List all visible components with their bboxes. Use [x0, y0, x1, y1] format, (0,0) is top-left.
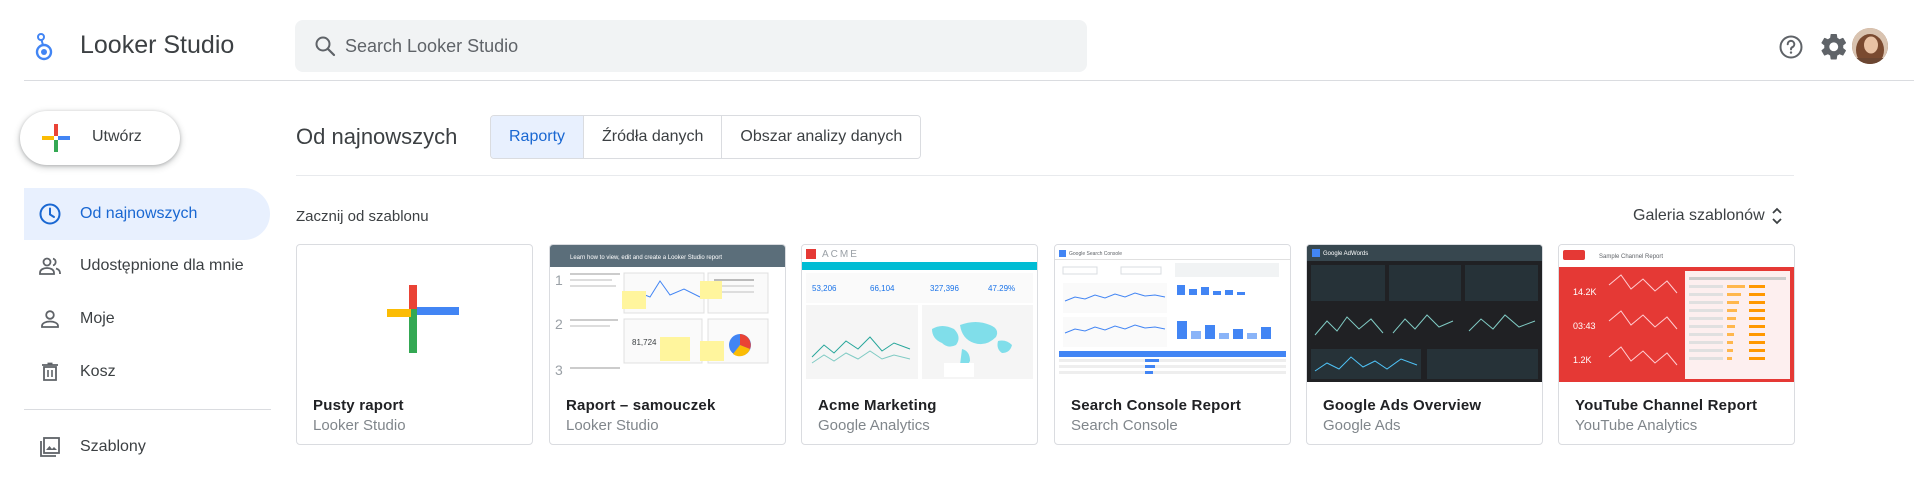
template-source: Looker Studio — [566, 417, 659, 434]
svg-text:66,104: 66,104 — [870, 284, 895, 293]
template-source: Google Ads — [1323, 417, 1401, 434]
content-type-tabs: Raporty Źródła danych Obszar analizy dan… — [490, 115, 922, 159]
create-button-label: Utwórz — [92, 128, 142, 145]
template-thumbnail — [297, 245, 532, 382]
clock-icon — [39, 203, 61, 225]
search-bar[interactable] — [295, 20, 1087, 72]
user-avatar[interactable] — [1852, 28, 1888, 64]
sidebar-item-label: Od najnowszych — [80, 205, 198, 222]
template-source: Google Analytics — [818, 417, 930, 434]
sidebar-item-label: Kosz — [80, 363, 116, 380]
sidebar-item-templates[interactable]: Szablony — [24, 421, 270, 473]
help-icon[interactable] — [1778, 34, 1804, 60]
sidebar-item-label: Udostępnione dla mnie — [80, 257, 244, 274]
sidebar-item-mine[interactable]: Moje — [24, 293, 270, 345]
thumb-brand: Sample Channel Report — [1599, 254, 1663, 260]
template-title: YouTube Channel Report — [1575, 397, 1758, 414]
template-title: Search Console Report — [1071, 397, 1242, 414]
template-title: Raport – samouczek — [566, 397, 716, 414]
svg-text:53,206: 53,206 — [812, 284, 837, 293]
template-gallery-button[interactable]: Galeria szablonów — [1633, 206, 1783, 226]
people-icon — [39, 257, 61, 275]
template-source: Looker Studio — [313, 417, 406, 434]
colorful-plus-icon — [387, 285, 459, 353]
top-bar: Looker Studio — [0, 0, 1914, 81]
template-card-search-console[interactable]: Google Search Console Search Console Rep… — [1054, 244, 1291, 445]
create-button[interactable]: Utwórz — [20, 111, 180, 165]
template-thumbnail: Google Search Console — [1055, 245, 1290, 382]
template-thumbnail: ACME 53,206 66,104 327,396 47.29% — [802, 245, 1037, 382]
sidebar-item-shared[interactable]: Udostępnione dla mnie — [24, 240, 270, 292]
template-thumbnail: Google AdWords — [1307, 245, 1542, 382]
svg-text:327,396: 327,396 — [930, 284, 959, 293]
unfold-icon — [1771, 207, 1782, 225]
section-divider — [296, 175, 1794, 176]
thumb-text: Learn how to view, edit and create a Loo… — [570, 255, 722, 261]
svg-text:81,724: 81,724 — [632, 338, 657, 347]
thumb-brand: Google Search Console — [1069, 251, 1122, 257]
template-gallery-label: Galeria szablonów — [1633, 207, 1765, 224]
thumb-brand: Google AdWords — [1323, 251, 1368, 257]
sidebar-item-recent[interactable]: Od najnowszych — [24, 188, 270, 240]
svg-text:2: 2 — [555, 316, 563, 332]
sidebar-divider — [24, 409, 271, 410]
template-title: Pusty raport — [313, 397, 404, 414]
templates-icon — [40, 437, 60, 457]
template-title: Acme Marketing — [818, 397, 937, 414]
template-thumbnail: Sample Channel Report 14.2K 03:43 1.2K — [1559, 245, 1794, 382]
sidebar-item-label: Szablony — [80, 438, 146, 455]
template-title: Google Ads Overview — [1323, 397, 1482, 414]
svg-text:47.29%: 47.29% — [988, 284, 1015, 293]
avatar-photo — [1852, 28, 1888, 64]
template-card-blank[interactable]: Pusty raport Looker Studio — [296, 244, 533, 445]
template-card-youtube[interactable]: Sample Channel Report 14.2K 03:43 1.2K Y… — [1558, 244, 1795, 445]
template-source: Search Console — [1071, 417, 1178, 434]
sidebar-item-label: Moje — [80, 310, 115, 327]
search-icon[interactable] — [313, 34, 337, 58]
templates-heading: Zacznij od szablonu — [296, 208, 429, 225]
page-title: Od najnowszych — [296, 124, 458, 149]
template-card-google-ads[interactable]: Google AdWords Google Ads Overview Googl… — [1306, 244, 1543, 445]
svg-text:1.2K: 1.2K — [1573, 355, 1592, 365]
template-source: YouTube Analytics — [1575, 417, 1698, 434]
svg-text:3: 3 — [555, 362, 563, 378]
app-title: Looker Studio — [80, 31, 235, 59]
colorful-plus-icon — [42, 124, 70, 152]
thumb-brand: ACME — [822, 249, 859, 260]
svg-text:1: 1 — [555, 272, 563, 288]
settings-icon[interactable] — [1821, 34, 1847, 60]
looker-studio-logo-icon[interactable] — [34, 32, 54, 62]
tab-reports[interactable]: Raporty — [491, 116, 585, 158]
search-input[interactable] — [345, 20, 1065, 72]
tab-explorer[interactable]: Obszar analizy danych — [722, 116, 921, 158]
person-icon — [41, 310, 59, 328]
sidebar-item-trash[interactable]: Kosz — [24, 346, 270, 398]
template-card-acme[interactable]: ACME 53,206 66,104 327,396 47.29% Acme M… — [801, 244, 1038, 445]
svg-text:03:43: 03:43 — [1573, 321, 1596, 331]
tab-data-sources[interactable]: Źródła danych — [584, 116, 723, 158]
svg-text:14.2K: 14.2K — [1573, 287, 1597, 297]
header-divider — [24, 80, 1914, 81]
template-card-tutorial[interactable]: Learn how to view, edit and create a Loo… — [549, 244, 786, 445]
trash-icon — [42, 362, 58, 381]
template-thumbnail: Learn how to view, edit and create a Loo… — [550, 245, 785, 382]
